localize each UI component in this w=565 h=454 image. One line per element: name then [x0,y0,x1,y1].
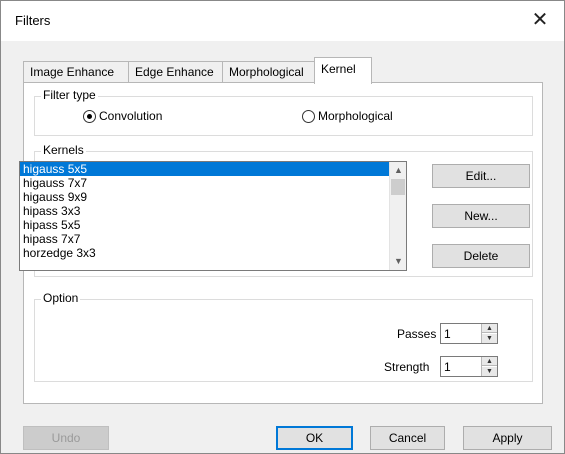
spin-up-icon[interactable]: ▲ [482,324,497,333]
filters-dialog: Filters ✕ Image Enhance Edge Enhance Mor… [0,0,565,454]
cancel-button[interactable]: Cancel [370,426,445,450]
strength-input[interactable] [441,357,477,376]
passes-spin-buttons: ▲ ▼ [481,324,497,343]
title-bar: Filters ✕ [1,1,564,41]
new-button[interactable]: New... [432,204,530,228]
spin-down-icon[interactable]: ▼ [482,367,497,376]
scroll-up-icon[interactable]: ▲ [390,162,406,179]
filter-type-group: Filter type Convolution Morphological [34,88,533,136]
strength-label: Strength [384,360,430,374]
tab-kernel[interactable]: Kernel [314,57,372,84]
list-item[interactable]: horzedge 3x3 [20,246,406,260]
convolution-radio-label: Convolution [99,109,163,123]
window-title: Filters [15,13,51,28]
scroll-down-icon[interactable]: ▼ [390,253,406,270]
filter-type-label: Filter type [41,88,98,102]
tab-image-enhance[interactable]: Image Enhance [23,61,129,83]
list-item[interactable]: higauss 5x5 [20,162,406,176]
listbox-scrollbar[interactable]: ▲ ▼ [389,162,406,270]
kernels-label: Kernels [41,143,86,157]
delete-button[interactable]: Delete [432,244,530,268]
option-label: Option [41,291,81,305]
strength-spin-buttons: ▲ ▼ [481,357,497,376]
kernels-listbox[interactable]: higauss 5x5 higauss 7x7 higauss 9x9 hipa… [19,161,407,271]
passes-label: Passes [397,327,437,341]
strength-stepper[interactable]: ▲ ▼ [440,356,498,377]
spin-down-icon[interactable]: ▼ [482,334,497,343]
ok-button[interactable]: OK [276,426,353,450]
list-item[interactable]: hipass 5x5 [20,218,406,232]
list-item[interactable]: higauss 9x9 [20,190,406,204]
list-item[interactable]: hipass 7x7 [20,232,406,246]
tab-edge-enhance[interactable]: Edge Enhance [128,61,223,83]
passes-stepper[interactable]: ▲ ▼ [440,323,498,344]
radio-checked-icon [83,109,96,123]
morphological-radio[interactable]: Morphological [302,109,393,123]
scroll-thumb[interactable] [391,179,405,195]
convolution-radio[interactable]: Convolution [83,109,162,123]
list-item[interactable]: hipass 3x3 [20,204,406,218]
edit-button[interactable]: Edit... [432,164,530,188]
apply-button[interactable]: Apply [463,426,552,450]
tab-morphological[interactable]: Morphological [222,61,315,83]
spin-up-icon[interactable]: ▲ [482,357,497,366]
close-icon[interactable]: ✕ [528,9,552,33]
undo-button[interactable]: Undo [23,426,109,450]
morphological-radio-label: Morphological [318,109,393,123]
list-item[interactable]: higauss 7x7 [20,176,406,190]
radio-unchecked-icon [302,109,315,123]
passes-input[interactable] [441,324,477,343]
